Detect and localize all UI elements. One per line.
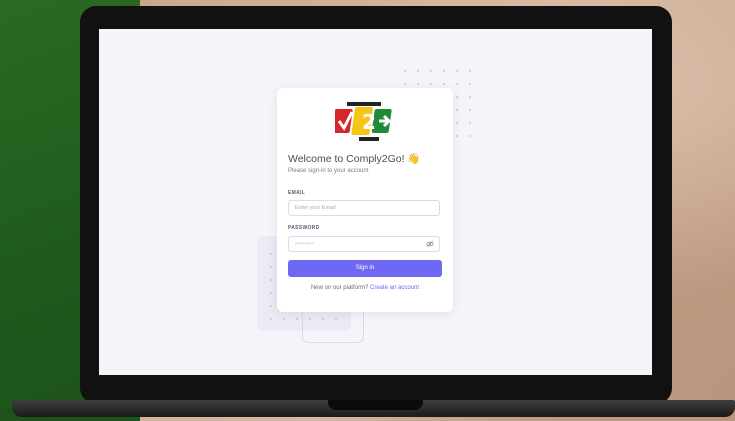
laptop-screen: 2 Welcome to Comply2Go! 👋 Please sign-in… (99, 29, 652, 375)
page-title: Welcome to Comply2Go! 👋 (288, 153, 421, 165)
eye-off-icon[interactable] (426, 240, 434, 248)
password-label: PASSWORD (288, 225, 320, 231)
create-account-link[interactable]: Create an account (370, 285, 419, 291)
signup-prompt: New on our platform? Create an account (277, 285, 453, 291)
sign-in-button[interactable]: Sign in (288, 260, 442, 277)
login-card: 2 Welcome to Comply2Go! 👋 Please sign-in… (277, 88, 453, 312)
email-field[interactable]: Enter your Email (288, 200, 440, 216)
password-mask: •••••••• (295, 241, 315, 247)
email-label: EMAIL (288, 190, 306, 196)
page-subtitle: Please sign-in to your account (288, 168, 369, 174)
comply2go-logo: 2 (335, 102, 392, 141)
signup-prompt-text: New on our platform? (310, 285, 369, 291)
laptop-notch (328, 400, 423, 410)
svg-text:2: 2 (362, 110, 376, 134)
password-field[interactable]: •••••••• (288, 236, 440, 252)
